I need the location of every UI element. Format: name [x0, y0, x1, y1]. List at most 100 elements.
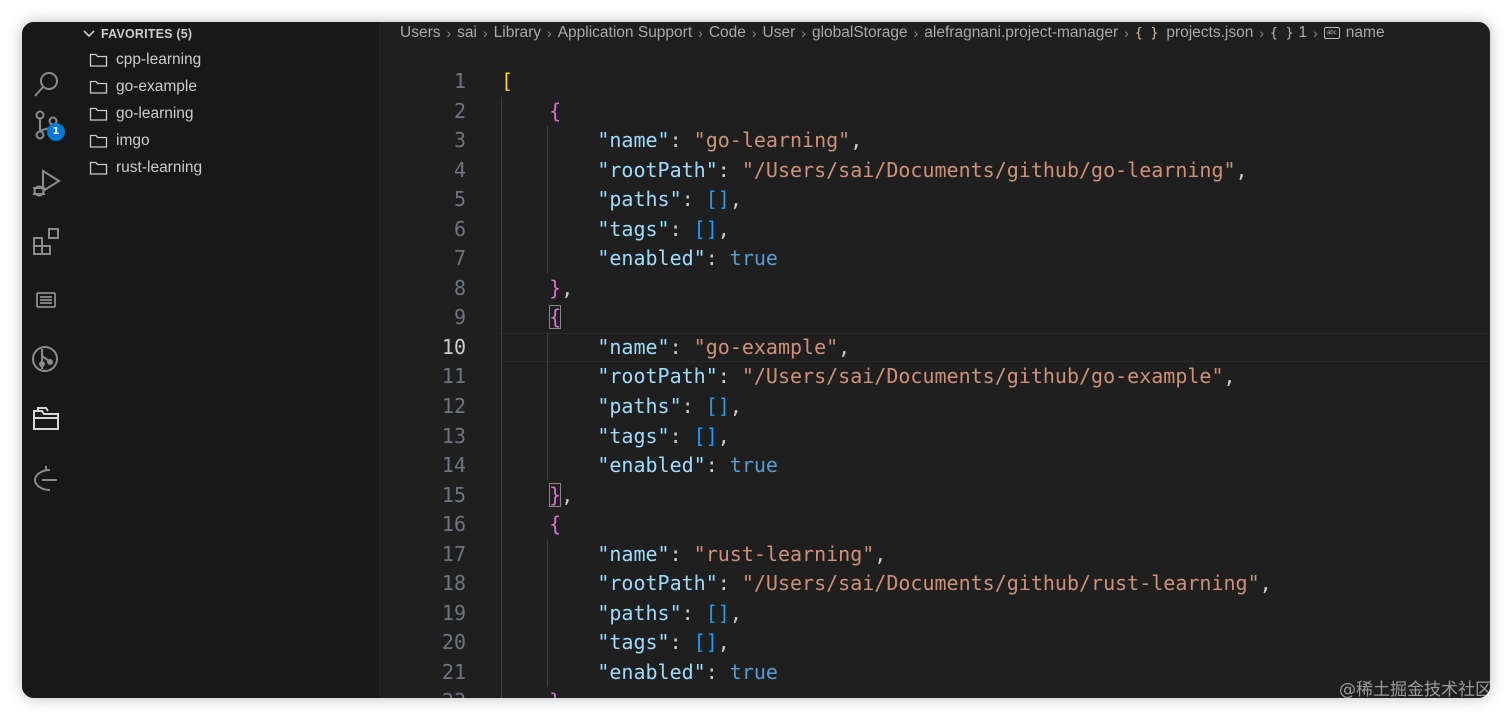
- line-number: 10: [441, 334, 466, 359]
- token-p: :: [705, 453, 730, 478]
- code-text: "tags": [],: [501, 628, 729, 658]
- extensions-icon[interactable]: [30, 225, 64, 259]
- breadcrumb-segment[interactable]: globalStorage: [812, 24, 908, 42]
- code-line[interactable]: 9 {: [380, 303, 1490, 333]
- code-line[interactable]: 22 },: [380, 687, 1490, 698]
- breadcrumb-file[interactable]: projects.json: [1166, 24, 1253, 42]
- token-b1: [: [501, 69, 514, 93]
- code-line[interactable]: 16 {: [380, 510, 1490, 540]
- run-debug-icon[interactable]: [30, 166, 64, 200]
- code-line[interactable]: 17 "name": "rust-learning",: [380, 539, 1490, 570]
- token-b2: {: [549, 512, 562, 537]
- token-key: "enabled": [597, 453, 706, 478]
- token-p: :: [669, 541, 694, 566]
- project-manager-icon[interactable]: [30, 402, 64, 436]
- code-line[interactable]: 11 "rootPath": "/Users/sai/Documents/git…: [380, 362, 1490, 393]
- breadcrumb-segment[interactable]: Application Support: [558, 24, 692, 42]
- breadcrumb-segment[interactable]: Library: [494, 24, 541, 42]
- remote-icon[interactable]: [30, 462, 64, 496]
- breadcrumb-segment[interactable]: User: [763, 24, 796, 42]
- favorite-item[interactable]: go-example: [89, 73, 202, 100]
- token-p: ,: [561, 689, 573, 698]
- code-area[interactable]: 1[2 {3 "name": "go-learning", 4 "rootPath…: [380, 67, 1490, 698]
- code-line[interactable]: 15 },: [380, 480, 1490, 511]
- token-p: ,: [1223, 364, 1236, 389]
- token-key: "rootPath": [597, 364, 718, 389]
- code-line[interactable]: 18 "rootPath": "/Users/sai/Documents/git…: [380, 569, 1490, 599]
- favorite-item[interactable]: rust-learning: [89, 154, 202, 181]
- breadcrumb-segment[interactable]: Users: [400, 24, 440, 42]
- code-text: "name": "rust-learning",: [501, 540, 886, 570]
- line-number: 5: [453, 187, 466, 212]
- code-text: {: [501, 510, 561, 540]
- code-line[interactable]: 19 "paths": [],: [380, 598, 1490, 629]
- code-line[interactable]: 6 "tags": [],: [380, 214, 1490, 245]
- code-line[interactable]: 4 "rootPath": "/Users/sai/Documents/gith…: [380, 155, 1490, 186]
- token-p: ,: [1235, 157, 1248, 182]
- token-b2: }: [549, 275, 562, 300]
- code-line[interactable]: 8 },: [380, 273, 1490, 304]
- code-text: },: [501, 274, 573, 304]
- line-number: 4: [453, 157, 466, 182]
- code-line[interactable]: 12 "paths": [],: [380, 392, 1490, 422]
- token-p: :: [669, 128, 694, 153]
- token-key: "paths": [597, 600, 682, 625]
- code-text: "tags": [],: [501, 422, 729, 452]
- code-line[interactable]: 7 "enabled": true: [380, 244, 1490, 274]
- breadcrumb-segment[interactable]: alefragnani.project-manager: [924, 24, 1118, 42]
- code-line[interactable]: 3 "name": "go-learning",: [380, 126, 1490, 156]
- code-line[interactable]: 5 "paths": [],: [380, 185, 1490, 215]
- chevron-right-icon: ›: [1313, 25, 1318, 41]
- breadcrumb-segment[interactable]: Code: [709, 24, 746, 42]
- outline-icon[interactable]: [30, 284, 64, 318]
- favorite-item[interactable]: cpp-learning: [89, 46, 202, 73]
- breadcrumb-property[interactable]: name: [1346, 24, 1385, 42]
- chevron-right-icon: ›: [547, 25, 552, 41]
- code-line[interactable]: 13 "tags": [],: [380, 421, 1490, 452]
- code-line[interactable]: 20 "tags": [],: [380, 628, 1490, 658]
- line-number: 16: [441, 512, 466, 537]
- code-text: "enabled": true: [501, 244, 778, 274]
- favorite-item[interactable]: go-learning: [89, 100, 202, 127]
- editor: Users › sai › Library › Application Support › Co…: [380, 22, 1490, 698]
- favorite-item-label: cpp-learning: [116, 50, 202, 68]
- token-p: ,: [838, 334, 851, 359]
- git-graph-icon[interactable]: [30, 343, 64, 377]
- token-p: ,: [717, 216, 730, 241]
- search-icon[interactable]: [30, 68, 64, 102]
- folder-icon: [89, 107, 108, 121]
- token-str: "/Users/sai/Documents/github/rust-learni…: [741, 571, 1260, 596]
- code-text: "enabled": true: [501, 658, 778, 688]
- line-number: 12: [441, 394, 466, 419]
- favorites-header[interactable]: FAVORITES (5): [81, 24, 192, 44]
- code-text: "rootPath": "/Users/sai/Documents/github…: [501, 362, 1236, 392]
- breadcrumb-segment[interactable]: sai: [457, 24, 477, 42]
- token-b3: []: [693, 630, 718, 655]
- token-p: :: [681, 600, 706, 625]
- code-line[interactable]: 14 "enabled": true: [380, 451, 1490, 481]
- favorite-item[interactable]: imgo: [89, 127, 202, 154]
- code-text: "paths": [],: [501, 392, 742, 422]
- chevron-right-icon: ›: [1124, 25, 1129, 41]
- token-str: "/Users/sai/Documents/github/go-learning…: [741, 157, 1236, 182]
- token-str: "go-learning": [693, 128, 851, 153]
- line-number: 7: [453, 246, 466, 271]
- code-line[interactable]: 1[: [380, 67, 1490, 97]
- code-text: "name": "go-learning",: [501, 126, 862, 156]
- line-number: 21: [441, 659, 466, 684]
- breadcrumb-object[interactable]: 1: [1299, 24, 1308, 42]
- token-p: :: [705, 246, 730, 271]
- line-number: 9: [453, 305, 466, 330]
- code-text: {: [501, 303, 562, 333]
- chevron-right-icon: ›: [446, 25, 452, 41]
- code-text: },: [501, 687, 573, 698]
- code-line[interactable]: 10 "name": "go-example",: [380, 332, 1490, 363]
- chevron-right-icon: ›: [913, 25, 919, 41]
- token-b2: {: [549, 305, 562, 330]
- token-p: ,: [729, 394, 742, 419]
- code-line[interactable]: 21 "enabled": true: [380, 657, 1490, 688]
- token-str: "rust-learning": [693, 541, 875, 566]
- token-p: :: [669, 630, 694, 655]
- code-line[interactable]: 2 {: [380, 96, 1490, 127]
- token-p: :: [717, 364, 742, 389]
